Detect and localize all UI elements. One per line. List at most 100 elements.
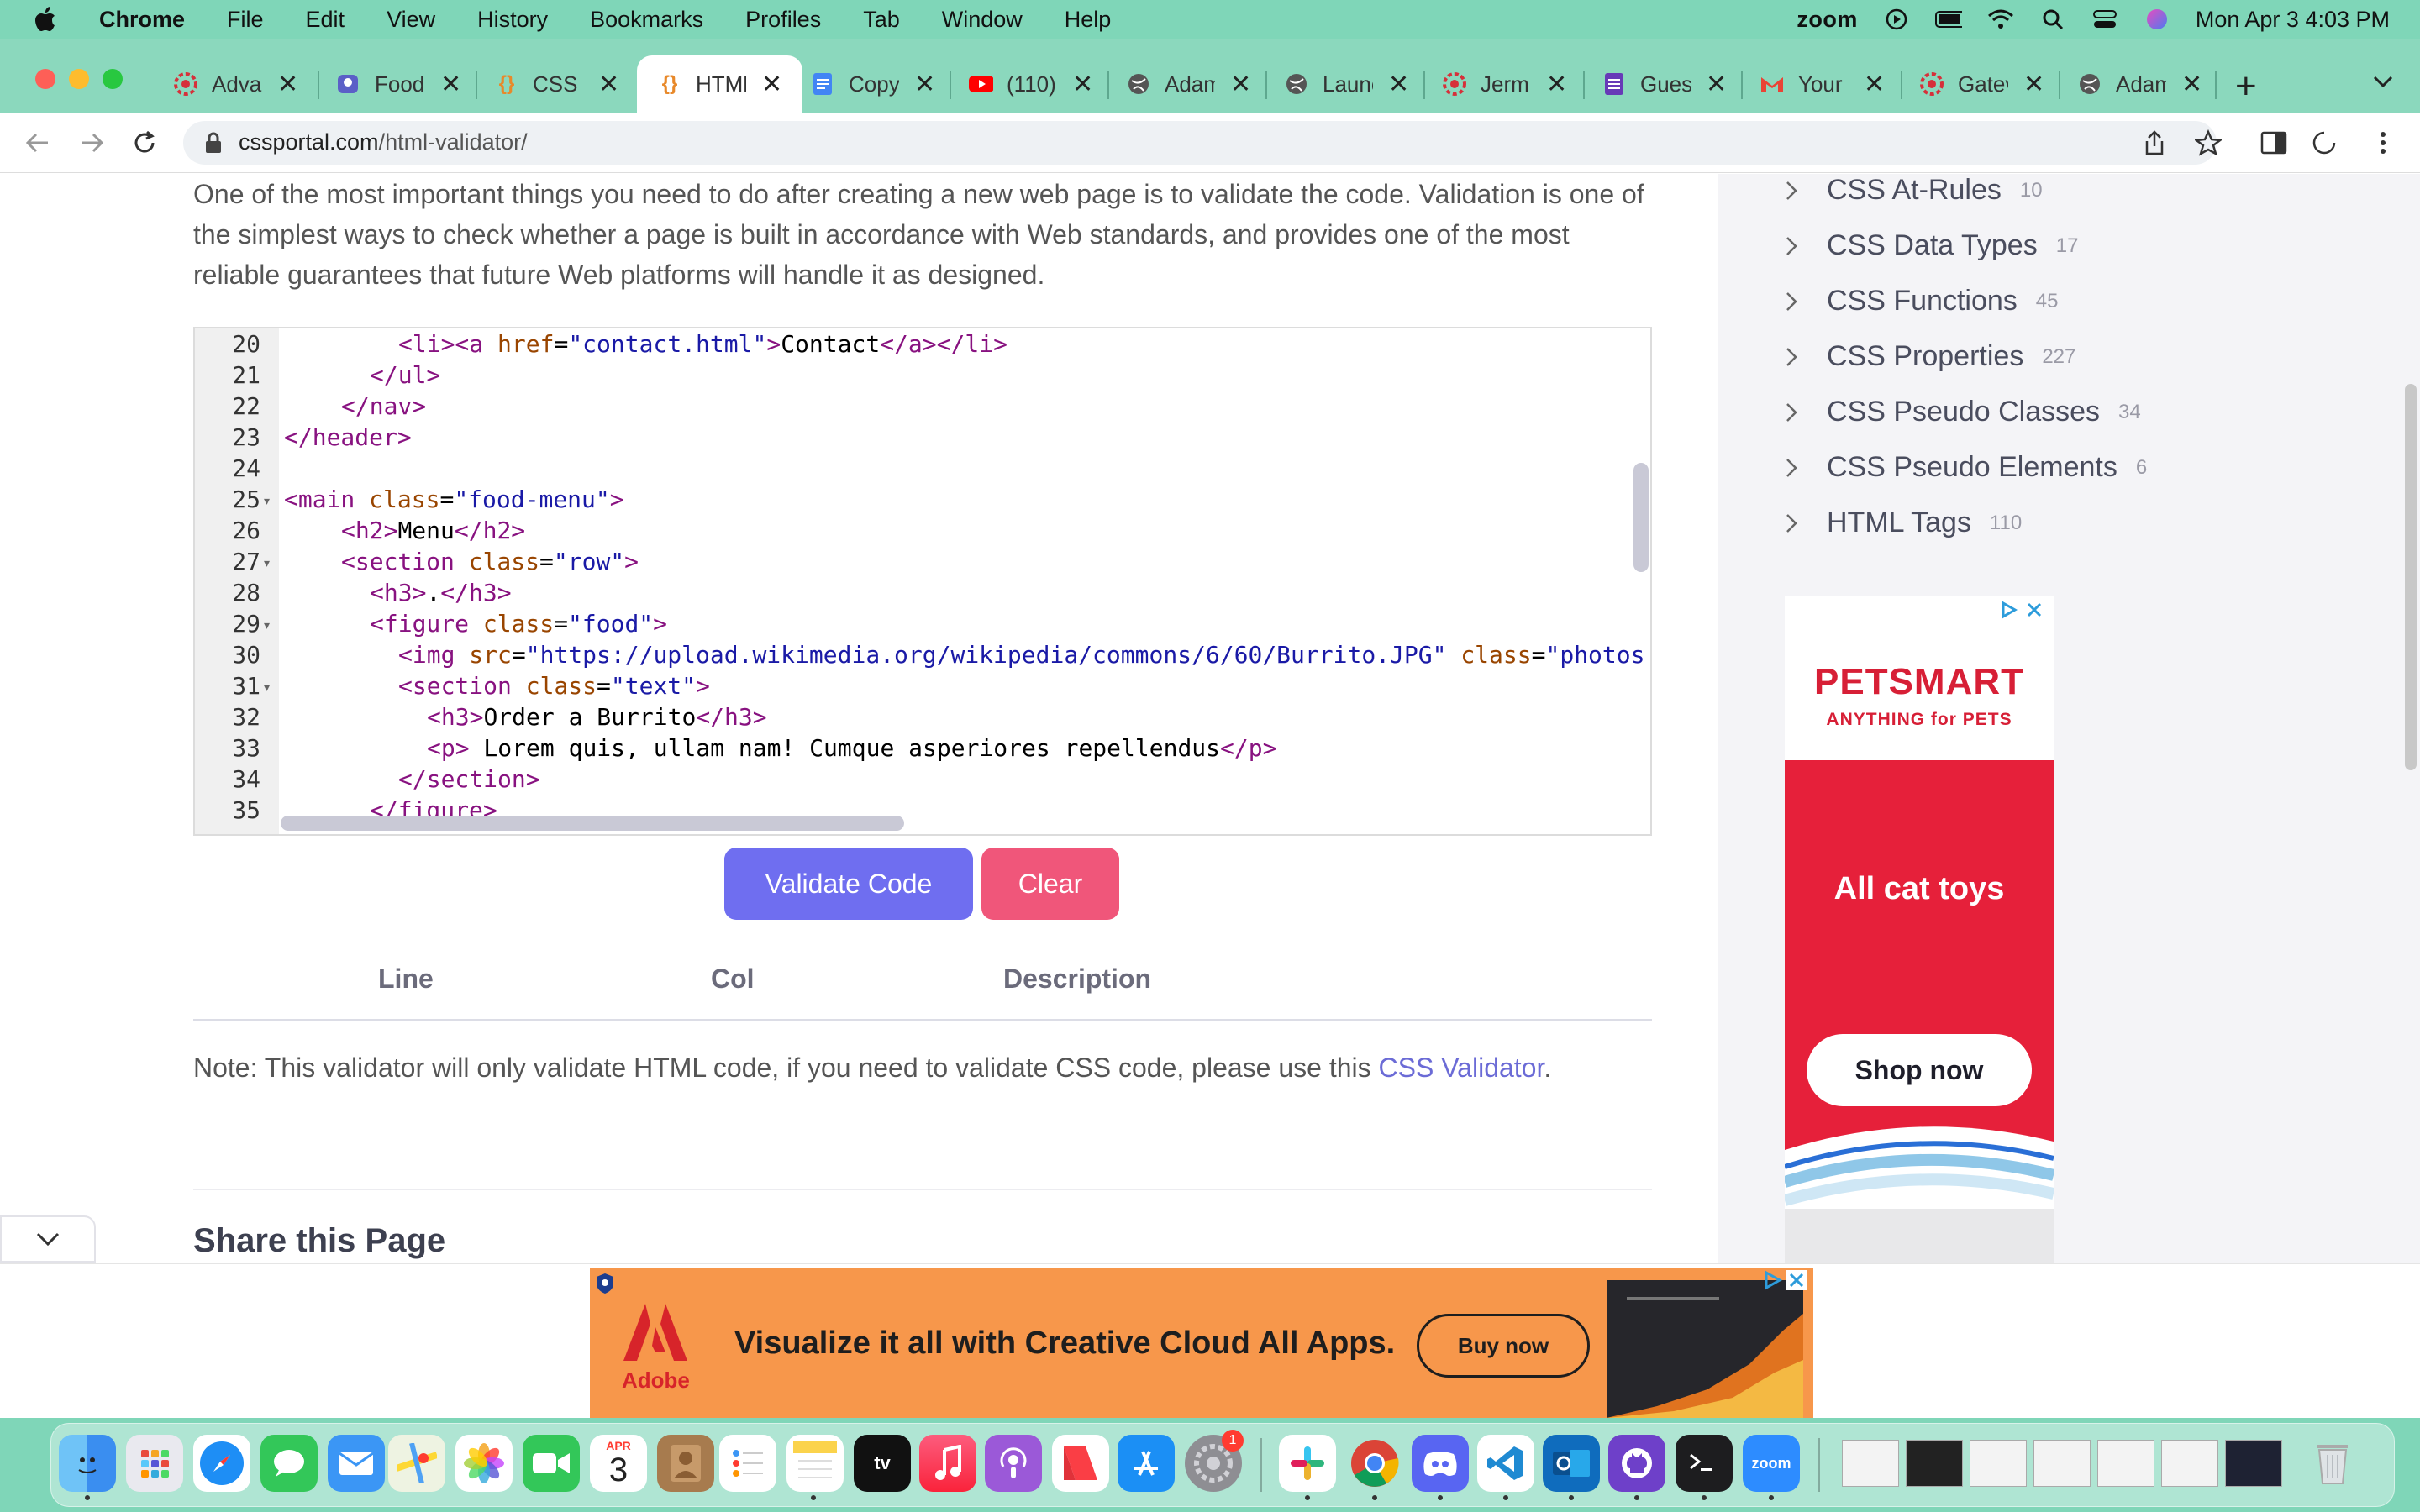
slack-icon[interactable] <box>1279 1435 1336 1492</box>
tab-adam[interactable]: Adam ✕ <box>1126 59 1251 109</box>
tab-youtube[interactable]: (110) ✕ <box>968 59 1093 109</box>
page-scrollbar[interactable] <box>2405 384 2417 770</box>
sidebar-item-css-pseudo-classes[interactable]: CSS Pseudo Classes 34 <box>1785 396 2141 428</box>
sidebar-item-css-properties[interactable]: CSS Properties 227 <box>1785 340 2075 373</box>
menu-chrome[interactable]: Chrome <box>99 7 185 33</box>
menu-edit[interactable]: Edit <box>306 7 345 33</box>
tab-adam-2[interactable]: Adam ✕ <box>2077 59 2202 109</box>
code-line-20[interactable]: <li><a href="contact.html">Contact</a></… <box>398 330 1007 358</box>
fold-toggle-icon[interactable]: ▾ <box>264 556 270 570</box>
side-panel-icon[interactable] <box>2259 128 2289 158</box>
tab-gateway[interactable]: Gatev✕ <box>1919 59 2044 109</box>
code-line-32[interactable]: <h3>Order a Burrito</h3> <box>427 703 767 731</box>
code-line-29[interactable]: <figure class="food"> <box>370 610 667 638</box>
code-line-31[interactable]: <section class="text"> <box>398 672 710 700</box>
menu-tab[interactable]: Tab <box>863 7 900 33</box>
sidebar-item-css-data-types[interactable]: CSS Data Types 17 <box>1785 229 2078 262</box>
sidebar-item-css-functions[interactable]: CSS Functions 45 <box>1785 285 2058 318</box>
ad-choices[interactable] <box>2000 601 2044 619</box>
sidebar-item-css-pseudo-elements[interactable]: CSS Pseudo Elements 6 <box>1785 451 2147 484</box>
close-tab-icon[interactable]: ✕ <box>1546 70 1567 99</box>
close-tab-icon[interactable]: ✕ <box>598 70 619 99</box>
ad-close-icon[interactable] <box>2025 601 2044 619</box>
close-tab-icon[interactable]: ✕ <box>277 70 298 99</box>
bookmark-star-icon[interactable] <box>2193 128 2223 158</box>
fold-toggle-icon[interactable]: ▾ <box>264 680 270 695</box>
zoom-window-button[interactable] <box>103 69 123 89</box>
tab-search-chevron-icon[interactable] <box>2370 67 2396 98</box>
profile-loading-icon[interactable] <box>2309 128 2339 158</box>
forward-arrow-icon[interactable] <box>76 126 109 160</box>
close-tab-icon[interactable]: ✕ <box>1864 70 1885 99</box>
code-line-26[interactable]: <h2>Menu</h2> <box>341 517 525 544</box>
code-line-25[interactable]: <main class="food-menu"> <box>284 486 624 513</box>
calendar-icon[interactable]: APR 3 <box>590 1435 647 1492</box>
tab-css-validator[interactable]: {} CSS V✕ <box>494 59 619 109</box>
fold-toggle-icon[interactable]: ▾ <box>264 494 270 508</box>
launchpad-icon[interactable] <box>126 1435 183 1492</box>
clear-button[interactable]: Clear <box>981 848 1119 920</box>
new-tab-button[interactable]: + <box>2235 66 2257 108</box>
collapse-chevron-button[interactable] <box>0 1215 96 1263</box>
facetime-icon[interactable] <box>523 1435 580 1492</box>
adobe-ad[interactable]: Adobe Visualize it all with Creative Clo… <box>590 1268 1813 1418</box>
close-tab-icon[interactable]: ✕ <box>2023 70 2044 99</box>
recent-window-thumbnail[interactable] <box>2225 1440 2282 1487</box>
tab-launch[interactable]: Launc✕ <box>1284 59 1409 109</box>
contacts-icon[interactable] <box>657 1435 714 1492</box>
kebab-menu-icon[interactable] <box>2368 128 2398 158</box>
mail-icon[interactable] <box>328 1435 385 1492</box>
code-line-27[interactable]: <section class="row"> <box>341 548 639 575</box>
recent-window-thumbnail[interactable] <box>2161 1440 2218 1487</box>
ad-choices-icon[interactable] <box>1763 1270 1783 1294</box>
code-line-33[interactable]: <p> Lorem quis, ullam nam! Cumque asperi… <box>427 734 1276 762</box>
apple-logo-icon[interactable] <box>34 6 57 33</box>
close-tab-icon[interactable]: ✕ <box>1388 70 1409 99</box>
discord-icon[interactable] <box>1412 1435 1469 1492</box>
recent-window-thumbnail[interactable] <box>2097 1440 2154 1487</box>
tab-html-validator[interactable]: {} HTMl ✕ <box>637 55 803 113</box>
menu-window[interactable]: Window <box>942 7 1023 33</box>
ad-privacy-shield-icon[interactable] <box>595 1272 615 1299</box>
close-tab-icon[interactable]: ✕ <box>1230 70 1251 99</box>
code-line-23[interactable]: </header> <box>284 423 412 451</box>
siri-icon[interactable] <box>2144 8 2170 31</box>
horizontal-scrollbar[interactable] <box>281 816 904 831</box>
sidebar-item-css-at-rules[interactable]: CSS At-Rules 10 <box>1785 174 2043 207</box>
code-line-30[interactable]: <img src="https://upload.wikimedia.org/w… <box>398 641 1645 669</box>
recent-window-thumbnail[interactable] <box>2033 1440 2091 1487</box>
sidebar-item-html-tags[interactable]: HTML Tags 110 <box>1785 507 2022 539</box>
finder-icon[interactable] <box>59 1435 116 1492</box>
app-store-icon[interactable] <box>1118 1435 1175 1492</box>
tab-gmail[interactable]: Your ✕ <box>1760 59 1885 109</box>
fold-toggle-icon[interactable]: ▾ <box>264 618 270 633</box>
close-tab-icon[interactable]: ✕ <box>1072 70 1093 99</box>
close-window-button[interactable] <box>35 69 55 89</box>
menu-profiles[interactable]: Profiles <box>745 7 821 33</box>
news-icon[interactable] <box>1052 1435 1109 1492</box>
lock-icon[interactable] <box>198 128 229 158</box>
css-validator-link[interactable]: CSS Validator <box>1379 1053 1544 1083</box>
search-icon[interactable] <box>2039 8 2066 31</box>
code-editor[interactable]: 20 21 22 23 24 25 ▾ 26 27 ▾ 28 29 ▾ 30 31 ▾ 32 33 34 35 <li… <box>193 327 1652 836</box>
vscode-icon[interactable] <box>1477 1435 1534 1492</box>
code-line-34[interactable]: </section> <box>398 765 540 793</box>
outlook-icon[interactable] <box>1543 1435 1600 1492</box>
tab-guest[interactable]: Gues ✕ <box>1602 59 1727 109</box>
recent-zip-file-thumbnail[interactable] <box>1842 1440 1899 1487</box>
close-tab-icon[interactable]: ✕ <box>1706 70 1727 99</box>
battery-icon[interactable] <box>1934 8 1962 31</box>
menu-view[interactable]: View <box>387 7 435 33</box>
trash-icon[interactable] <box>2304 1435 2361 1492</box>
tab-advar[interactable]: Advar✕ <box>173 59 298 109</box>
apple-tv-icon[interactable]: tv <box>854 1435 911 1492</box>
ad-close-icon[interactable] <box>1786 1270 1807 1294</box>
tab-food[interactable]: Food ✕ <box>336 59 461 109</box>
code-line-22[interactable]: </nav> <box>341 392 426 420</box>
menu-help[interactable]: Help <box>1065 7 1112 33</box>
share-icon[interactable] <box>2139 128 2170 158</box>
back-arrow-icon[interactable] <box>20 126 54 160</box>
play-icon[interactable] <box>1883 8 1910 31</box>
reload-icon[interactable] <box>128 126 161 160</box>
reminders-icon[interactable] <box>719 1435 776 1492</box>
